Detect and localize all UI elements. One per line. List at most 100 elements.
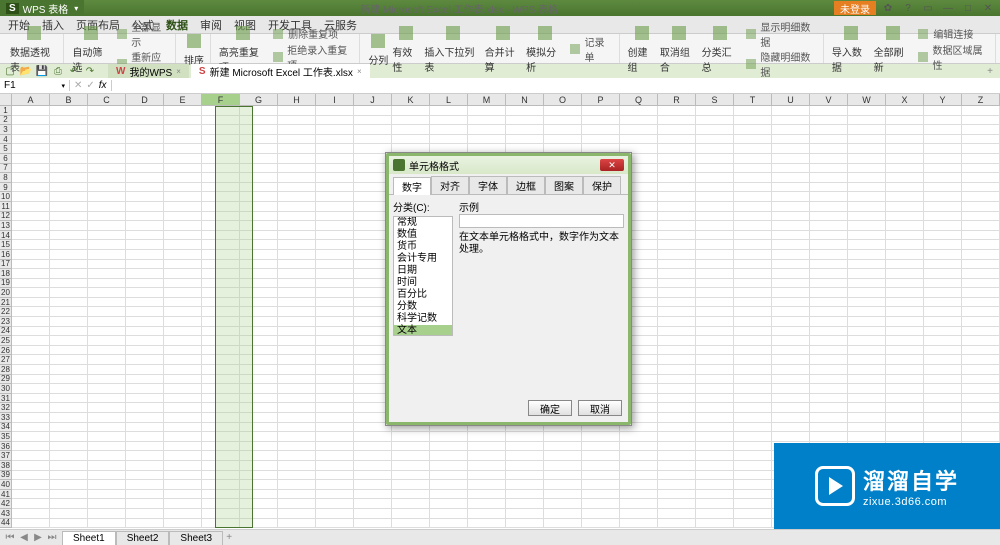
cell[interactable] xyxy=(848,212,886,222)
cell[interactable] xyxy=(278,307,316,317)
cell[interactable] xyxy=(88,221,126,231)
cell[interactable] xyxy=(50,279,88,289)
cell[interactable] xyxy=(202,413,240,423)
cell[interactable] xyxy=(658,394,696,404)
cell[interactable] xyxy=(202,346,240,356)
cell[interactable] xyxy=(240,451,278,461)
cell[interactable] xyxy=(88,125,126,135)
cell[interactable] xyxy=(962,279,1000,289)
cell[interactable] xyxy=(810,413,848,423)
cell[interactable] xyxy=(126,327,164,337)
cell[interactable] xyxy=(278,394,316,404)
cell[interactable] xyxy=(202,490,240,500)
cell[interactable] xyxy=(962,164,1000,174)
cell[interactable] xyxy=(88,423,126,433)
cell[interactable] xyxy=(12,164,50,174)
cell[interactable] xyxy=(126,173,164,183)
cell[interactable] xyxy=(544,442,582,452)
cell[interactable] xyxy=(50,384,88,394)
cell[interactable] xyxy=(354,509,392,519)
cell[interactable] xyxy=(126,298,164,308)
cell[interactable] xyxy=(962,346,1000,356)
cell[interactable] xyxy=(50,144,88,154)
cell[interactable] xyxy=(126,269,164,279)
cell[interactable] xyxy=(810,317,848,327)
cell[interactable] xyxy=(962,154,1000,164)
cell[interactable] xyxy=(658,442,696,452)
cell[interactable] xyxy=(12,432,50,442)
cell[interactable] xyxy=(50,375,88,385)
cell[interactable] xyxy=(772,355,810,365)
cell[interactable] xyxy=(126,442,164,452)
cell[interactable] xyxy=(962,432,1000,442)
cell[interactable] xyxy=(12,384,50,394)
cell[interactable] xyxy=(202,164,240,174)
row-header-43[interactable]: 43 xyxy=(0,509,12,519)
cell[interactable] xyxy=(316,490,354,500)
open-icon[interactable]: 📂 xyxy=(20,65,32,77)
ribbon-pivot-button[interactable]: 数据透视表 xyxy=(10,23,57,74)
cell[interactable] xyxy=(848,260,886,270)
cell[interactable] xyxy=(126,413,164,423)
cell[interactable] xyxy=(810,298,848,308)
cell[interactable] xyxy=(658,480,696,490)
dialog-tab-0[interactable]: 数字 xyxy=(393,177,431,195)
cell[interactable] xyxy=(734,394,772,404)
cell[interactable] xyxy=(734,365,772,375)
cell[interactable] xyxy=(696,355,734,365)
cell[interactable] xyxy=(240,509,278,519)
cell[interactable] xyxy=(734,471,772,481)
cell[interactable] xyxy=(658,116,696,126)
cell[interactable] xyxy=(392,490,430,500)
cell[interactable] xyxy=(810,336,848,346)
cell[interactable] xyxy=(50,288,88,298)
cell[interactable] xyxy=(430,461,468,471)
cell[interactable] xyxy=(202,154,240,164)
row-header-19[interactable]: 19 xyxy=(0,279,12,289)
category-item-5[interactable]: 时间 xyxy=(394,277,452,289)
cell[interactable] xyxy=(50,451,88,461)
cell[interactable] xyxy=(658,499,696,509)
cell[interactable] xyxy=(734,403,772,413)
cell[interactable] xyxy=(316,212,354,222)
cell[interactable] xyxy=(810,423,848,433)
cell[interactable] xyxy=(126,307,164,317)
cell[interactable] xyxy=(848,202,886,212)
cell[interactable] xyxy=(696,461,734,471)
cell[interactable] xyxy=(848,327,886,337)
cell[interactable] xyxy=(202,499,240,509)
cell[interactable] xyxy=(126,423,164,433)
cell[interactable] xyxy=(962,135,1000,145)
row-header-15[interactable]: 15 xyxy=(0,240,12,250)
cell[interactable] xyxy=(886,164,924,174)
cell[interactable] xyxy=(202,125,240,135)
cell[interactable] xyxy=(772,192,810,202)
cell[interactable] xyxy=(12,231,50,241)
cell[interactable] xyxy=(848,394,886,404)
cell[interactable] xyxy=(316,106,354,116)
cell[interactable] xyxy=(430,442,468,452)
maximize-icon[interactable]: □ xyxy=(960,1,976,15)
cell[interactable] xyxy=(848,269,886,279)
cell[interactable] xyxy=(582,480,620,490)
cell[interactable] xyxy=(202,279,240,289)
cell[interactable] xyxy=(886,317,924,327)
row-header-34[interactable]: 34 xyxy=(0,423,12,433)
cell[interactable] xyxy=(164,317,202,327)
sheet-tab-sheet1[interactable]: Sheet1 xyxy=(62,531,116,545)
cell[interactable] xyxy=(886,288,924,298)
row-header-10[interactable]: 10 xyxy=(0,192,12,202)
cell[interactable] xyxy=(696,490,734,500)
cell[interactable] xyxy=(278,471,316,481)
dialog-close-button[interactable]: ✕ xyxy=(600,159,624,171)
ribbon-show-detail-button[interactable]: 显示明细数据 xyxy=(743,19,817,49)
cell[interactable] xyxy=(164,432,202,442)
cell[interactable] xyxy=(12,125,50,135)
cell[interactable] xyxy=(126,164,164,174)
cell[interactable] xyxy=(962,394,1000,404)
cell[interactable] xyxy=(278,183,316,193)
cell[interactable] xyxy=(316,231,354,241)
cell[interactable] xyxy=(886,144,924,154)
cell[interactable] xyxy=(810,307,848,317)
cell[interactable] xyxy=(924,221,962,231)
